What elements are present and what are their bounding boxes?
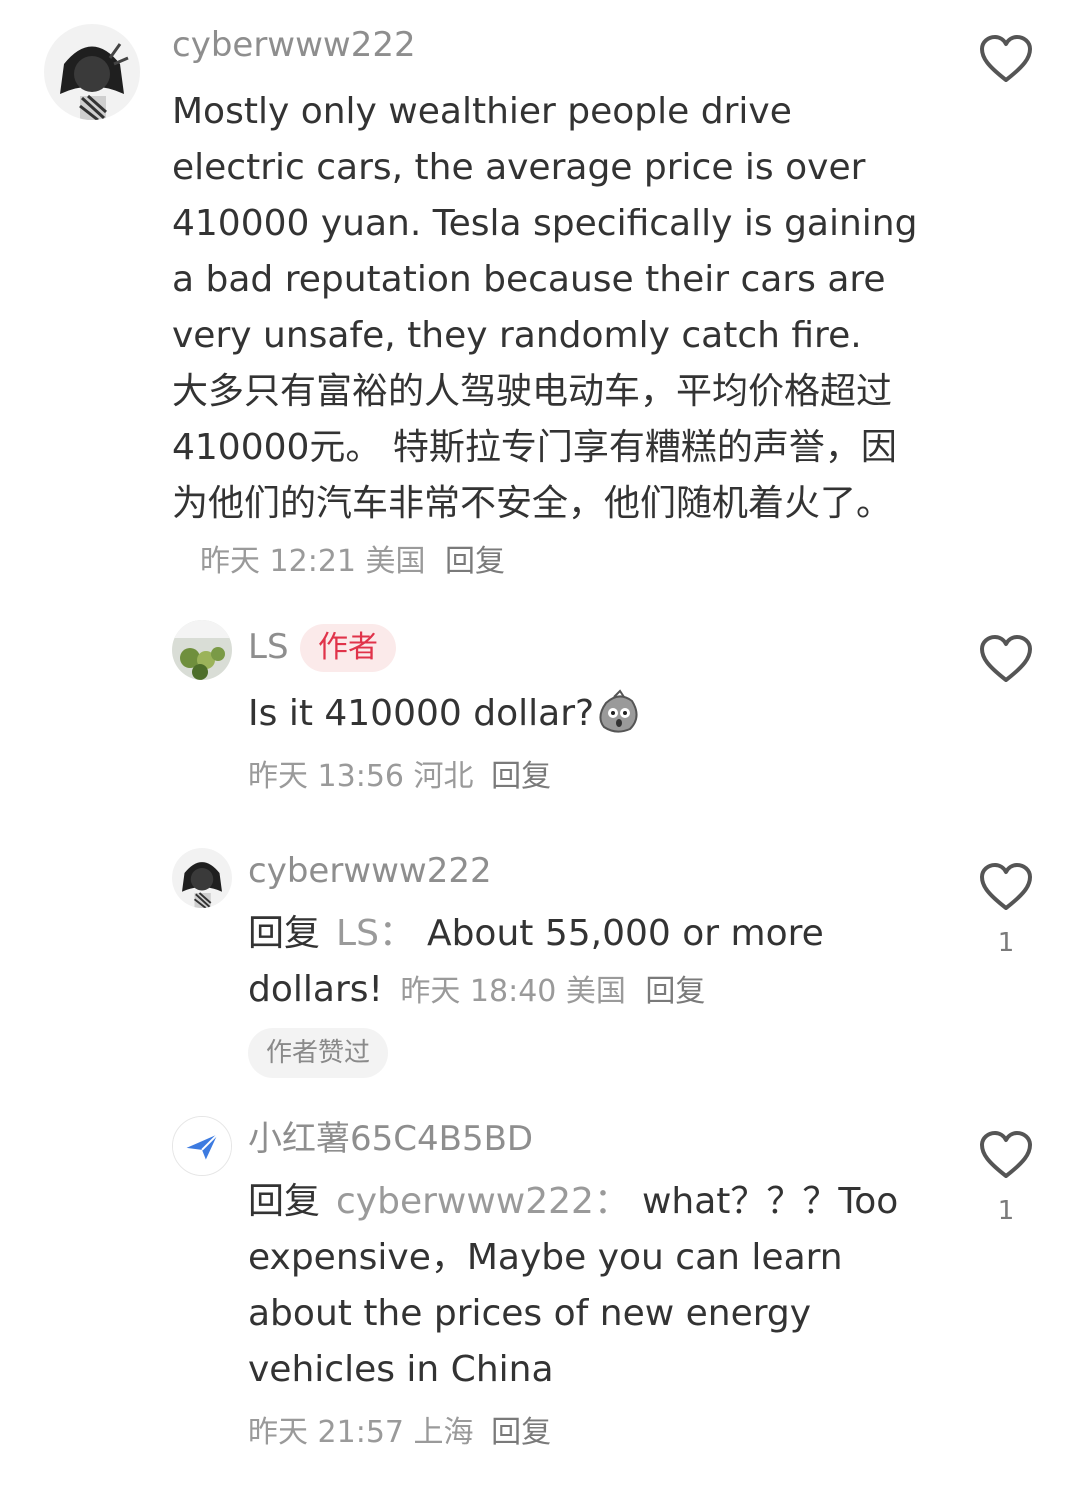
comment-text-english: Mostly only wealthier people drive elect… — [172, 91, 918, 356]
user-avatar[interactable] — [44, 24, 140, 120]
comment-meta: 昨天 12:21 美国 — [200, 544, 426, 579]
reply-meta: 昨天 21:57 上海 — [248, 1415, 474, 1450]
avatar-image — [44, 24, 140, 120]
reply-button[interactable]: 回复 — [645, 974, 705, 1009]
comment-text-zh: 大多只有富裕的人驾驶电动车，平均价格超过410000元。 特斯拉专门享有糟糕的声… — [172, 371, 897, 524]
like-count: 1 — [997, 928, 1015, 958]
reply-prefix: 回复 — [248, 913, 321, 954]
reply-prefix: 回复 — [248, 1181, 321, 1222]
reply-button[interactable]: 回复 — [491, 759, 551, 794]
author-tag: 作者 — [300, 624, 396, 672]
like-button[interactable]: 1 — [976, 1130, 1036, 1224]
user-avatar[interactable] — [172, 1116, 232, 1176]
reply-target-username[interactable]: cyberwww222： — [336, 1181, 630, 1222]
comment-item: cyberwww222 Mostly only wealthier people… — [0, 0, 1080, 600]
reply-meta-row: 昨天 13:56 河北 回复 — [248, 762, 551, 792]
shocked-potato-emoji — [596, 689, 642, 750]
comment-text-chinese: 大多只有富裕的人驾驶电动车，平均价格超过410000元。 特斯拉专门享有糟糕的声… — [172, 364, 912, 590]
paper-plane-icon — [173, 1117, 231, 1175]
like-count: 1 — [997, 1196, 1015, 1226]
reply-text-content: Is it 410000 dollar? — [248, 693, 595, 734]
user-avatar[interactable] — [172, 848, 232, 908]
reply-meta: 昨天 13:56 河北 — [248, 759, 474, 794]
reply-text: 回复 LS： About 55,000 or more dollars! 昨天 18… — [248, 906, 888, 1020]
reply-username[interactable]: 小红薯65C4B5BD — [248, 1122, 533, 1156]
like-button[interactable] — [976, 34, 1036, 84]
reply-button[interactable]: 回复 — [445, 544, 505, 579]
heart-outline-icon — [980, 863, 1032, 910]
avatar-image — [172, 848, 232, 908]
reply-meta: 昨天 18:40 美国 — [400, 974, 626, 1009]
reply-target-username[interactable]: LS： — [336, 913, 415, 954]
reply-meta-row: 昨天 21:57 上海 回复 — [248, 1418, 551, 1448]
heart-outline-icon — [980, 1131, 1032, 1178]
reply-username[interactable]: cyberwww222 — [248, 854, 492, 888]
heart-outline-icon — [980, 35, 1032, 82]
reply-text: 回复 cyberwww222： what？？？Too expensive，Maybe… — [248, 1174, 928, 1398]
like-button[interactable] — [976, 634, 1036, 684]
comment-username[interactable]: cyberwww222 — [172, 28, 416, 62]
author-liked-badge: 作者赞过 — [248, 1028, 389, 1078]
heart-outline-icon — [980, 635, 1032, 682]
user-avatar[interactable] — [172, 620, 232, 680]
avatar-image — [172, 620, 232, 680]
reply-text: Is it 410000 dollar? — [248, 686, 928, 750]
reply-button[interactable]: 回复 — [491, 1415, 551, 1450]
like-button[interactable]: 1 — [976, 862, 1036, 956]
reply-username[interactable]: LS — [248, 630, 289, 664]
